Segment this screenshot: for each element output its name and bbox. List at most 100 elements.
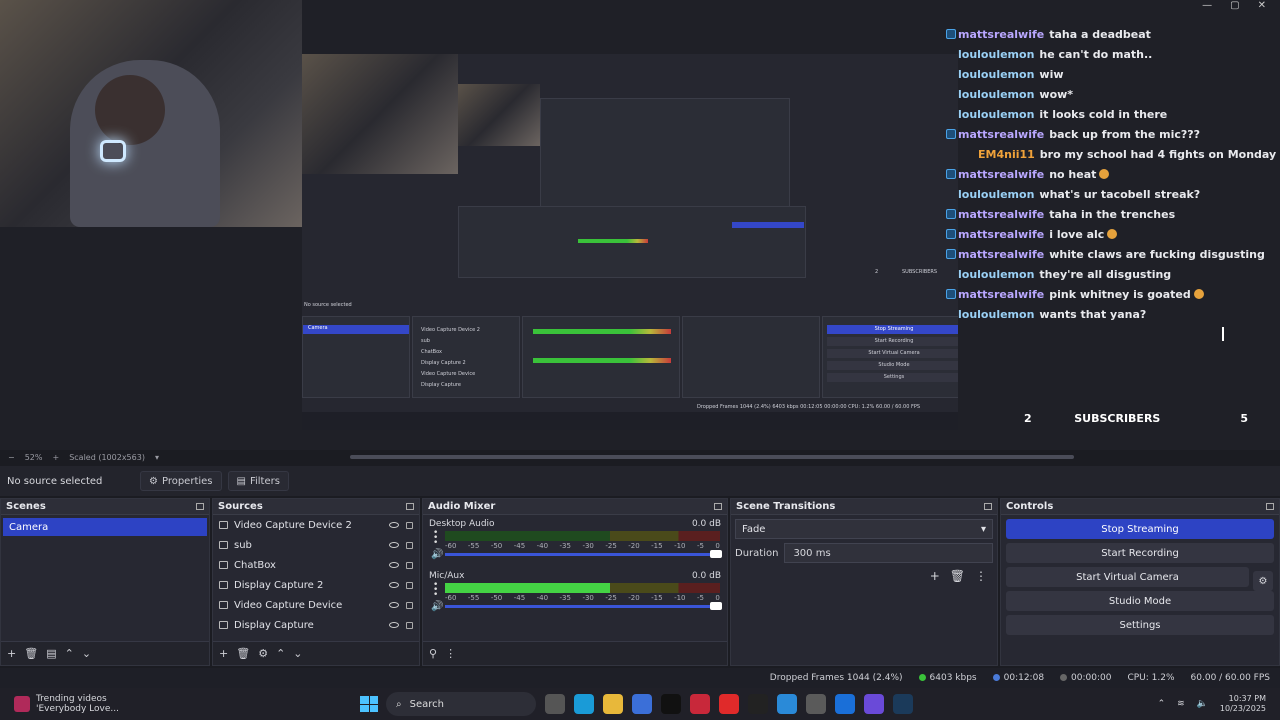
- duration-input[interactable]: 300 ms: [784, 543, 993, 563]
- properties-button[interactable]: ⚙ Properties: [140, 471, 222, 491]
- outlook-icon[interactable]: [835, 694, 855, 714]
- more-icon[interactable]: ⋮: [975, 569, 987, 583]
- speaker-icon[interactable]: 🔊: [431, 601, 443, 612]
- lock-icon[interactable]: [406, 581, 413, 589]
- more-icon[interactable]: ⋮: [445, 647, 456, 660]
- eye-icon[interactable]: [389, 622, 399, 628]
- source-item[interactable]: Display Capture: [213, 615, 419, 635]
- gear-icon[interactable]: ⚙: [258, 647, 268, 660]
- x-app-icon[interactable]: [661, 694, 681, 714]
- obs-window: 2 SUBSCRIBERS No source selected Camera …: [0, 0, 1280, 720]
- undock-icon[interactable]: [984, 503, 992, 510]
- meter-tick: -15: [651, 594, 663, 602]
- studio-mode-button[interactable]: Studio Mode: [1006, 591, 1274, 611]
- discord-icon[interactable]: [864, 694, 884, 714]
- lock-icon[interactable]: [406, 541, 413, 549]
- link-icon[interactable]: ⚲: [429, 647, 437, 660]
- eye-icon[interactable]: [389, 582, 399, 588]
- volume-icon[interactable]: 🔈: [1197, 699, 1208, 709]
- source-item[interactable]: Video Capture Device 2: [213, 515, 419, 535]
- trash-icon[interactable]: 🗑: [950, 569, 965, 583]
- zoom-out-icon[interactable]: −: [8, 453, 15, 462]
- settings-button[interactable]: Settings: [1006, 615, 1274, 635]
- gear-icon: ⚙: [1258, 575, 1268, 587]
- lock-icon[interactable]: [406, 601, 413, 609]
- source-item[interactable]: Display Capture 2: [213, 575, 419, 595]
- start-recording-button[interactable]: Start Recording: [1006, 543, 1274, 563]
- trash-icon[interactable]: 🗑: [24, 647, 38, 660]
- chat-message: louloulemon he can't do math..: [946, 44, 1276, 64]
- xbox-icon[interactable]: [748, 694, 768, 714]
- maximize-icon[interactable]: ▢: [1230, 0, 1239, 14]
- chevron-down-icon[interactable]: ▾: [155, 453, 159, 462]
- steam-icon[interactable]: [893, 694, 913, 714]
- taskbar-search[interactable]: ⌕ Search: [386, 692, 536, 716]
- source-item[interactable]: ChatBox: [213, 555, 419, 575]
- volume-slider[interactable]: [445, 550, 722, 558]
- opera-icon[interactable]: [719, 694, 739, 714]
- red-app-icon[interactable]: [690, 694, 710, 714]
- speaker-icon[interactable]: 🔊: [431, 549, 443, 560]
- volume-slider[interactable]: [445, 602, 722, 610]
- chat-text: wow*: [1039, 87, 1074, 101]
- status-bar: Dropped Frames 1044 (2.4%) 6403 kbps 00:…: [0, 668, 1280, 688]
- eye-icon[interactable]: [389, 562, 399, 568]
- meter-tick: -20: [628, 542, 640, 550]
- more-icon[interactable]: • • •: [433, 581, 438, 600]
- source-item[interactable]: sub: [213, 535, 419, 555]
- more-icon[interactable]: • • •: [433, 529, 438, 548]
- chevron-up-icon[interactable]: ⌃: [1158, 699, 1166, 709]
- start-virtual-camera-button[interactable]: Start Virtual Camera: [1006, 567, 1249, 587]
- add-icon[interactable]: +: [219, 647, 228, 660]
- slider-knob[interactable]: [710, 550, 722, 558]
- preview-canvas[interactable]: 2 SUBSCRIBERS No source selected Camera …: [0, 0, 1280, 450]
- undock-icon[interactable]: [196, 503, 204, 510]
- widget-trending[interactable]: Trending videos 'Everybody Love...: [0, 694, 360, 714]
- minimize-icon[interactable]: —: [1202, 0, 1212, 14]
- add-icon[interactable]: +: [7, 647, 16, 660]
- chat-text: pink whitney is goated: [1049, 287, 1191, 301]
- undock-icon[interactable]: [406, 503, 414, 510]
- scene-item-camera[interactable]: Camera: [3, 518, 207, 536]
- zoom-in-icon[interactable]: +: [52, 453, 59, 462]
- chevron-down-icon[interactable]: ⌄: [82, 647, 91, 660]
- chat-text: it looks cold in there: [1039, 107, 1168, 121]
- filters-button[interactable]: ▤ Filters: [227, 471, 289, 491]
- chat-message: louloulemon wants that yana?: [946, 304, 1276, 324]
- transition-select[interactable]: Fade ▾: [735, 519, 993, 539]
- cortana-icon[interactable]: [574, 694, 594, 714]
- source-item[interactable]: Video Capture Device: [213, 595, 419, 615]
- eye-icon[interactable]: [389, 602, 399, 608]
- close-icon[interactable]: ✕: [1258, 0, 1266, 14]
- chat-username: louloulemon: [958, 87, 1035, 101]
- undock-icon[interactable]: [714, 503, 722, 510]
- lock-icon[interactable]: [406, 621, 413, 629]
- filter-icon[interactable]: ▤: [46, 647, 56, 660]
- add-icon[interactable]: +: [930, 569, 940, 583]
- stop-streaming-button[interactable]: Stop Streaming: [1006, 519, 1274, 539]
- chevron-up-icon[interactable]: ⌃: [276, 647, 285, 660]
- chevron-down-icon[interactable]: ⌄: [293, 647, 302, 660]
- clock[interactable]: 10:37 PM 10/23/2025: [1220, 694, 1266, 714]
- sub-label: SUBSCRIBERS: [1074, 411, 1161, 425]
- nested-source-4: Video Capture Device: [421, 371, 476, 377]
- chat-message: louloulemon they're all disgusting: [946, 264, 1276, 284]
- wifi-icon[interactable]: ≋: [1177, 699, 1185, 709]
- store-icon[interactable]: [632, 694, 652, 714]
- obs-icon[interactable]: [806, 694, 826, 714]
- trash-icon[interactable]: 🗑: [236, 647, 250, 660]
- horizontal-scrollbar[interactable]: [350, 455, 1074, 459]
- task-view-icon[interactable]: [545, 694, 565, 714]
- undock-icon[interactable]: [1266, 503, 1274, 510]
- eye-icon[interactable]: [389, 542, 399, 548]
- nested-controls-dock: Stop Streaming Start Recording Start Vir…: [822, 316, 958, 398]
- eye-icon[interactable]: [389, 522, 399, 528]
- slider-knob[interactable]: [710, 602, 722, 610]
- edge-icon[interactable]: [777, 694, 797, 714]
- lock-icon[interactable]: [406, 561, 413, 569]
- virtual-camera-settings-button[interactable]: ⚙: [1253, 571, 1273, 591]
- windows-start-icon[interactable]: [360, 696, 378, 712]
- chevron-up-icon[interactable]: ⌃: [65, 647, 74, 660]
- lock-icon[interactable]: [406, 521, 413, 529]
- file-explorer-icon[interactable]: [603, 694, 623, 714]
